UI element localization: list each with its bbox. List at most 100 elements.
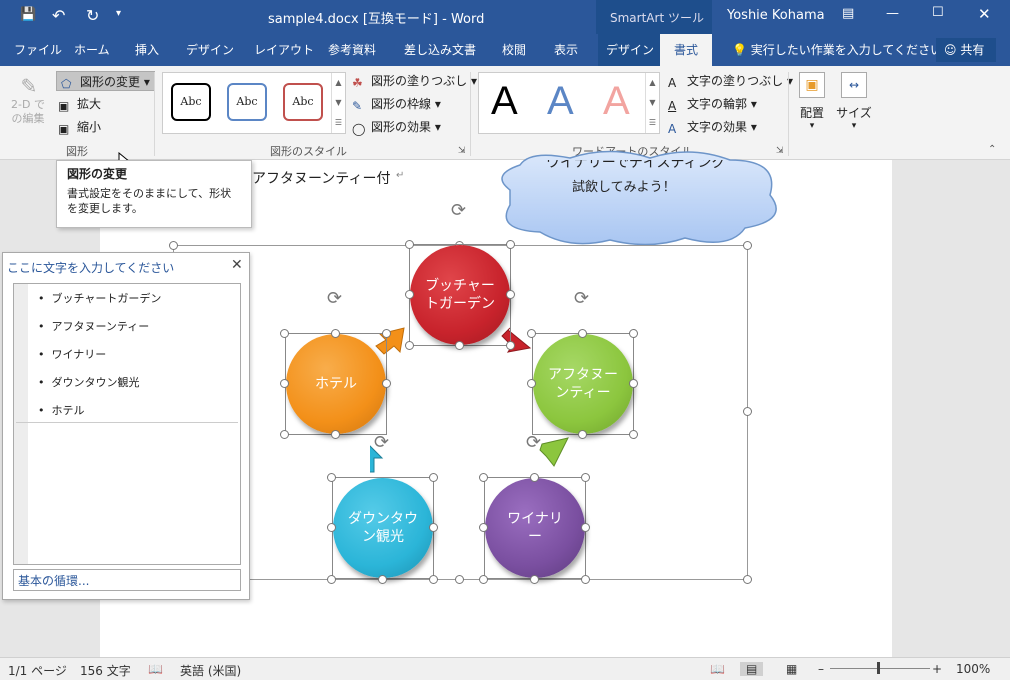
- node-handle[interactable]: [331, 430, 340, 439]
- maximize-icon[interactable]: ☐: [932, 5, 944, 20]
- tab-smartart-design[interactable]: デザイン: [598, 34, 660, 66]
- shape-style-red[interactable]: Abc: [283, 83, 323, 121]
- tab-references[interactable]: 参考資料: [320, 34, 384, 66]
- node-handle[interactable]: [530, 473, 539, 482]
- wordart-style-black[interactable]: A: [491, 79, 518, 124]
- node-handle[interactable]: [327, 523, 336, 532]
- tab-view[interactable]: 表示: [546, 34, 586, 66]
- shape-style-blue[interactable]: Abc: [227, 83, 267, 121]
- collapse-ribbon-icon[interactable]: ⌃: [988, 144, 996, 155]
- resize-handle[interactable]: [743, 241, 752, 250]
- node-downtown[interactable]: ダウンタウン観光: [333, 478, 433, 578]
- node-handle[interactable]: [429, 473, 438, 482]
- node-handle[interactable]: [405, 240, 414, 249]
- node-handle[interactable]: [629, 329, 638, 338]
- node-handle[interactable]: [327, 473, 336, 482]
- text-pane-editor[interactable]: • ブッチャートガーデン • アフタヌーンティー • ワイナリー • ダウンタウ…: [13, 283, 241, 565]
- redo-icon[interactable]: ↻: [86, 6, 99, 25]
- user-name[interactable]: Yoshie Kohama: [727, 8, 825, 23]
- node-handle[interactable]: [327, 575, 336, 584]
- web-layout-icon[interactable]: ▦: [786, 662, 797, 676]
- node-handle[interactable]: [378, 575, 387, 584]
- node-handle[interactable]: [506, 290, 515, 299]
- node-winery[interactable]: ワイナリー: [485, 478, 585, 578]
- undo-icon[interactable]: ↶: [52, 6, 65, 25]
- zoom-out-icon[interactable]: –: [818, 662, 824, 676]
- tab-mailings[interactable]: 差し込み文書: [396, 34, 484, 66]
- wordart-style-blue[interactable]: A: [547, 79, 574, 124]
- node-handle[interactable]: [578, 329, 587, 338]
- dialog-launcher-icon[interactable]: ⇲: [458, 146, 466, 156]
- tab-review[interactable]: 校閲: [494, 34, 534, 66]
- zoom-level[interactable]: 100%: [956, 662, 990, 676]
- node-handle[interactable]: [506, 341, 515, 350]
- qat-customize-icon[interactable]: ▾: [116, 8, 121, 19]
- text-effects-button[interactable]: A 文字の効果 ▾: [668, 117, 757, 137]
- ribbon-display-icon[interactable]: ▤: [842, 6, 854, 21]
- share-button[interactable]: ☺ 共有: [936, 38, 996, 62]
- node-handle[interactable]: [429, 523, 438, 532]
- node-handle[interactable]: [581, 523, 590, 532]
- list-item[interactable]: • ダウンタウン観光: [38, 374, 161, 402]
- wordart-gallery-scroll[interactable]: ▲ ▼ ☰: [645, 73, 659, 133]
- tab-format[interactable]: 書式: [660, 34, 712, 66]
- node-handle[interactable]: [530, 575, 539, 584]
- shape-outline-button[interactable]: ✎ 図形の枠線 ▾: [352, 94, 441, 114]
- node-handle[interactable]: [581, 575, 590, 584]
- arrange-button[interactable]: ▣ 配置 ▾: [794, 72, 830, 138]
- gallery-scroll[interactable]: ▲ ▼ ☰: [331, 73, 345, 133]
- zoom-thumb[interactable]: [877, 662, 880, 674]
- change-shape-button[interactable]: ⬠ 図形の変更 ▾: [56, 71, 155, 91]
- shape-style-black[interactable]: Abc: [171, 83, 211, 121]
- minimize-icon[interactable]: —: [886, 6, 899, 21]
- shape-fill-button[interactable]: ☘ 図形の塗りつぶし ▾: [352, 71, 477, 91]
- node-handle[interactable]: [280, 329, 289, 338]
- read-mode-icon[interactable]: 📖: [710, 662, 725, 676]
- node-handle[interactable]: [578, 430, 587, 439]
- list-item[interactable]: • ワイナリー: [38, 346, 161, 374]
- layout-name-link[interactable]: 基本の循環...: [13, 569, 241, 591]
- node-handle[interactable]: [629, 379, 638, 388]
- node-handle[interactable]: [629, 430, 638, 439]
- shrink-button[interactable]: ▣ 縮小: [58, 117, 101, 137]
- tab-file[interactable]: ファイル: [6, 34, 70, 66]
- zoom-in-icon[interactable]: +: [932, 662, 942, 676]
- proofing-icon[interactable]: 📖: [148, 662, 163, 676]
- rotate-handle-icon[interactable]: ⟳: [374, 432, 389, 453]
- rotate-handle-icon[interactable]: ⟳: [327, 288, 342, 309]
- text-outline-button[interactable]: A 文字の輪郭 ▾: [668, 94, 757, 114]
- tab-design[interactable]: デザイン: [178, 34, 242, 66]
- node-hotel[interactable]: ホテル: [286, 334, 386, 434]
- print-layout-icon[interactable]: ▤: [740, 662, 764, 676]
- shape-effects-button[interactable]: ◯ 図形の効果 ▾: [352, 117, 441, 137]
- node-handle[interactable]: [581, 473, 590, 482]
- node-handle[interactable]: [455, 341, 464, 350]
- node-handle[interactable]: [382, 379, 391, 388]
- enlarge-button[interactable]: ▣ 拡大: [58, 94, 101, 114]
- save-icon[interactable]: 💾: [20, 7, 36, 22]
- close-icon[interactable]: ✕: [231, 257, 243, 273]
- tab-insert[interactable]: 挿入: [127, 34, 167, 66]
- resize-handle[interactable]: [455, 575, 464, 584]
- node-handle[interactable]: [405, 290, 414, 299]
- list-item[interactable]: • ホテル: [38, 402, 161, 430]
- node-handle[interactable]: [382, 329, 391, 338]
- list-item[interactable]: • ブッチャートガーデン: [38, 290, 161, 318]
- zoom-slider[interactable]: [830, 668, 930, 669]
- node-handle[interactable]: [405, 341, 414, 350]
- node-handle[interactable]: [527, 329, 536, 338]
- node-handle[interactable]: [479, 473, 488, 482]
- tab-layout[interactable]: レイアウト: [246, 34, 322, 66]
- rotate-handle-icon[interactable]: ⟳: [526, 432, 541, 453]
- word-count[interactable]: 156 文字: [80, 662, 131, 679]
- resize-handle[interactable]: [169, 241, 178, 250]
- list-item[interactable]: • アフタヌーンティー: [38, 318, 161, 346]
- node-handle[interactable]: [506, 240, 515, 249]
- tab-home[interactable]: ホーム: [66, 34, 118, 66]
- rotate-handle-icon[interactable]: ⟳: [574, 288, 589, 309]
- node-handle[interactable]: [280, 379, 289, 388]
- resize-handle[interactable]: [743, 575, 752, 584]
- wordart-style-pink[interactable]: A: [603, 79, 630, 124]
- rotate-handle-icon[interactable]: ⟳: [451, 200, 466, 221]
- text-fill-button[interactable]: A 文字の塗りつぶし ▾: [668, 71, 793, 91]
